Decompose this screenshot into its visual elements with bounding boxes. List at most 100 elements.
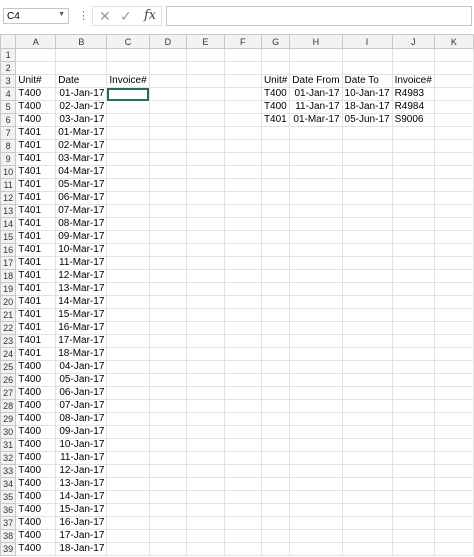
- cell-k7[interactable]: [433, 126, 474, 140]
- cell-a3[interactable]: Unit#: [15, 74, 57, 88]
- column-header-j[interactable]: J: [391, 34, 435, 49]
- cell-h34[interactable]: [289, 477, 343, 491]
- cell-j39[interactable]: [391, 542, 435, 556]
- cell-i11[interactable]: [341, 178, 393, 192]
- cell-g17[interactable]: [260, 256, 291, 270]
- cell-k17[interactable]: [433, 256, 474, 270]
- cell-j7[interactable]: [391, 126, 435, 140]
- cell-g4[interactable]: T400: [260, 87, 291, 101]
- cell-h9[interactable]: [289, 152, 343, 166]
- cell-c6[interactable]: [106, 113, 150, 127]
- cell-f24[interactable]: [223, 347, 262, 361]
- cell-j28[interactable]: [391, 399, 435, 413]
- cell-e39[interactable]: [186, 542, 225, 556]
- cell-e2[interactable]: [186, 61, 225, 75]
- cell-c26[interactable]: [106, 373, 150, 387]
- cell-d20[interactable]: [148, 295, 188, 309]
- cell-k29[interactable]: [433, 412, 474, 426]
- cell-b4[interactable]: 01-Jan-17: [55, 87, 108, 101]
- cell-d22[interactable]: [148, 321, 188, 335]
- cell-h17[interactable]: [289, 256, 343, 270]
- cell-i28[interactable]: [341, 399, 393, 413]
- cell-g34[interactable]: [260, 477, 291, 491]
- cell-b35[interactable]: 14-Jan-17: [55, 490, 108, 504]
- cell-e6[interactable]: [186, 113, 225, 127]
- cell-c12[interactable]: [106, 191, 150, 205]
- cell-g10[interactable]: [260, 165, 291, 179]
- cell-b30[interactable]: 09-Jan-17: [55, 425, 108, 439]
- cell-b38[interactable]: 17-Jan-17: [55, 529, 108, 543]
- cell-e36[interactable]: [186, 503, 225, 517]
- row-header[interactable]: 8: [0, 139, 17, 153]
- cell-i7[interactable]: [341, 126, 393, 140]
- row-header[interactable]: 14: [0, 217, 17, 231]
- cell-c3[interactable]: Invoice#: [106, 74, 150, 88]
- cell-d27[interactable]: [148, 386, 188, 400]
- cell-h5[interactable]: 11-Jan-17: [289, 100, 343, 114]
- cell-f31[interactable]: [223, 438, 262, 452]
- cell-k21[interactable]: [433, 308, 474, 322]
- cell-j1[interactable]: [391, 48, 435, 62]
- cell-f34[interactable]: [223, 477, 262, 491]
- row-header[interactable]: 10: [0, 165, 17, 179]
- cell-d17[interactable]: [148, 256, 188, 270]
- cell-c28[interactable]: [106, 399, 150, 413]
- cell-f17[interactable]: [223, 256, 262, 270]
- cell-j13[interactable]: [391, 204, 435, 218]
- cell-f26[interactable]: [223, 373, 262, 387]
- cell-f15[interactable]: [223, 230, 262, 244]
- column-header-k[interactable]: K: [433, 34, 474, 49]
- cell-g37[interactable]: [260, 516, 291, 530]
- cell-i6[interactable]: 05-Jun-17: [341, 113, 393, 127]
- cell-b37[interactable]: 16-Jan-17: [55, 516, 108, 530]
- cell-i14[interactable]: [341, 217, 393, 231]
- cell-e33[interactable]: [186, 464, 225, 478]
- cell-k31[interactable]: [433, 438, 474, 452]
- cell-c18[interactable]: [106, 269, 150, 283]
- cell-d26[interactable]: [148, 373, 188, 387]
- row-header[interactable]: 39: [0, 542, 17, 556]
- cell-a15[interactable]: T401: [15, 230, 57, 244]
- cell-c23[interactable]: [106, 334, 150, 348]
- cell-c35[interactable]: [106, 490, 150, 504]
- cell-a9[interactable]: T401: [15, 152, 57, 166]
- cell-k13[interactable]: [433, 204, 474, 218]
- cell-b3[interactable]: Date: [55, 74, 108, 88]
- cell-h30[interactable]: [289, 425, 343, 439]
- cell-j16[interactable]: [391, 243, 435, 257]
- cell-d18[interactable]: [148, 269, 188, 283]
- cell-i18[interactable]: [341, 269, 393, 283]
- cell-h26[interactable]: [289, 373, 343, 387]
- cell-j2[interactable]: [391, 61, 435, 75]
- cell-a28[interactable]: T400: [15, 399, 57, 413]
- cell-g22[interactable]: [260, 321, 291, 335]
- cell-d15[interactable]: [148, 230, 188, 244]
- cell-h36[interactable]: [289, 503, 343, 517]
- cell-f18[interactable]: [223, 269, 262, 283]
- cell-c34[interactable]: [106, 477, 150, 491]
- cell-k12[interactable]: [433, 191, 474, 205]
- cell-d19[interactable]: [148, 282, 188, 296]
- cell-d24[interactable]: [148, 347, 188, 361]
- cell-j5[interactable]: R4984: [391, 100, 435, 114]
- cell-c8[interactable]: [106, 139, 150, 153]
- cell-a6[interactable]: T400: [15, 113, 57, 127]
- cell-f21[interactable]: [223, 308, 262, 322]
- cell-j12[interactable]: [391, 191, 435, 205]
- cell-h15[interactable]: [289, 230, 343, 244]
- cell-k38[interactable]: [433, 529, 474, 543]
- cell-b2[interactable]: [55, 61, 108, 75]
- cell-f32[interactable]: [223, 451, 262, 465]
- cell-b19[interactable]: 13-Mar-17: [55, 282, 108, 296]
- cell-i31[interactable]: [341, 438, 393, 452]
- cell-g20[interactable]: [260, 295, 291, 309]
- cell-d9[interactable]: [148, 152, 188, 166]
- cell-j33[interactable]: [391, 464, 435, 478]
- cell-d13[interactable]: [148, 204, 188, 218]
- cell-d29[interactable]: [148, 412, 188, 426]
- cell-g39[interactable]: [260, 542, 291, 556]
- cell-a1[interactable]: [15, 48, 57, 62]
- cell-f19[interactable]: [223, 282, 262, 296]
- cell-k8[interactable]: [433, 139, 474, 153]
- row-header[interactable]: 29: [0, 412, 17, 426]
